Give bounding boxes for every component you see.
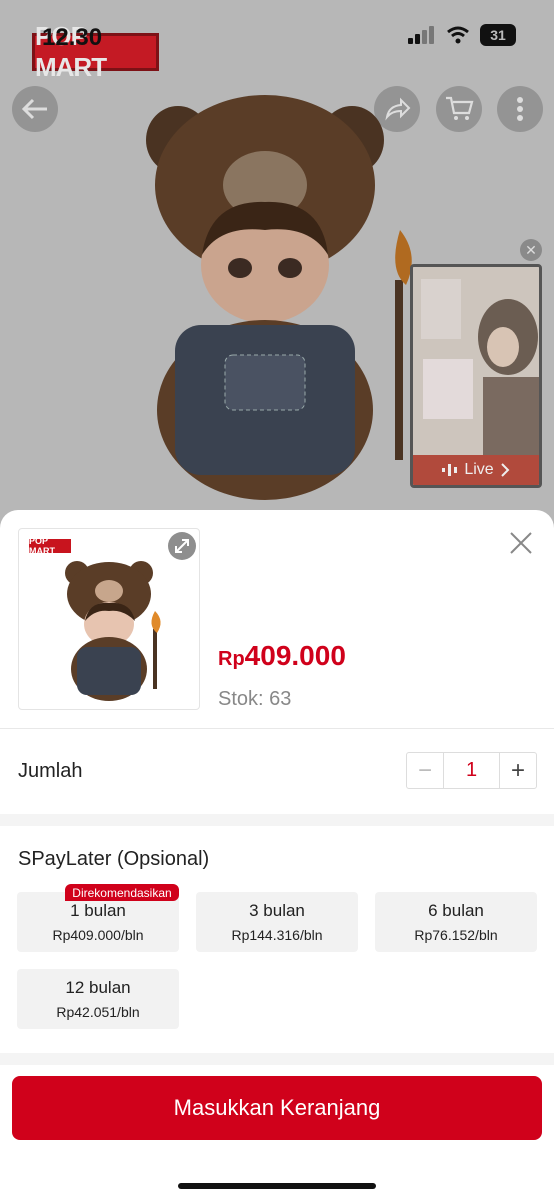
back-arrow-icon	[21, 98, 47, 120]
plan-price: Rp76.152/bln	[414, 927, 498, 943]
spaylater-label: SPayLater (Opsional)	[18, 848, 210, 870]
plan-term: 6 bulan	[428, 901, 484, 920]
recommended-badge: Direkomendasikan	[65, 884, 179, 901]
plan-price: Rp144.316/bln	[231, 927, 323, 943]
live-stream-card[interactable]: Live	[410, 264, 542, 488]
status-icons: 31	[408, 24, 516, 46]
spaylater-plan-6[interactable]: 6 bulan Rp76.152/bln	[375, 892, 537, 952]
product-stock: Stok: 63	[218, 688, 292, 710]
cart-icon	[446, 96, 474, 120]
product-price: Rp409.000	[218, 640, 346, 672]
quantity-label: Jumlah	[18, 760, 83, 782]
back-button[interactable]	[12, 86, 58, 132]
arrows-expand-icon	[175, 539, 189, 553]
product-background: 12.30 31 POP MART Live ✕	[0, 0, 554, 560]
divider	[0, 728, 554, 729]
add-to-cart-button[interactable]: Masukkan Keranjang	[12, 1076, 542, 1140]
plan-term: 1 bulan	[70, 901, 126, 920]
close-small-icon: ✕	[525, 241, 537, 258]
live-bar[interactable]: Live	[413, 455, 539, 485]
battery-icon: 31	[480, 24, 516, 46]
more-button[interactable]	[497, 86, 543, 132]
wifi-icon	[447, 26, 469, 44]
close-icon[interactable]	[508, 530, 534, 556]
plan-term: 12 bulan	[65, 978, 131, 997]
plan-price: Rp42.051/bln	[56, 1004, 140, 1020]
product-hero-image	[146, 95, 412, 500]
signal-icon	[408, 26, 434, 44]
plan-term: 3 bulan	[249, 901, 305, 920]
spaylater-plan-1[interactable]: 1 bulan Rp409.000/bln	[17, 892, 179, 952]
quantity-stepper: − 1 +	[406, 752, 537, 789]
thumb-brand-logo: POP MART	[29, 536, 71, 556]
price-amount: 409.000	[244, 640, 346, 671]
spaylater-plan-3[interactable]: 3 bulan Rp144.316/bln	[196, 892, 358, 952]
more-icon	[517, 97, 523, 121]
live-wave-icon	[442, 464, 458, 476]
quantity-minus-button[interactable]: −	[407, 753, 443, 788]
plan-price: Rp409.000/bln	[52, 927, 144, 943]
home-indicator	[178, 1183, 376, 1189]
cart-button[interactable]	[436, 86, 482, 132]
live-close-button[interactable]: ✕	[520, 239, 542, 261]
quantity-input[interactable]: 1	[443, 753, 500, 788]
section-divider	[0, 1053, 554, 1065]
spaylater-plan-12[interactable]: 12 bulan Rp42.051/bln	[17, 969, 179, 1029]
chevron-right-icon	[500, 463, 510, 477]
price-currency: Rp	[218, 648, 245, 670]
section-divider	[0, 814, 554, 826]
expand-icon[interactable]	[168, 532, 196, 560]
live-label: Live	[464, 461, 494, 478]
status-time: 12.30	[42, 24, 103, 51]
add-to-cart-sheet: POP MART Rp409.000 Stok: 63 Jumlah − 1 +	[0, 510, 554, 1200]
quantity-plus-button[interactable]: +	[500, 753, 536, 788]
live-preview-image	[413, 267, 539, 457]
